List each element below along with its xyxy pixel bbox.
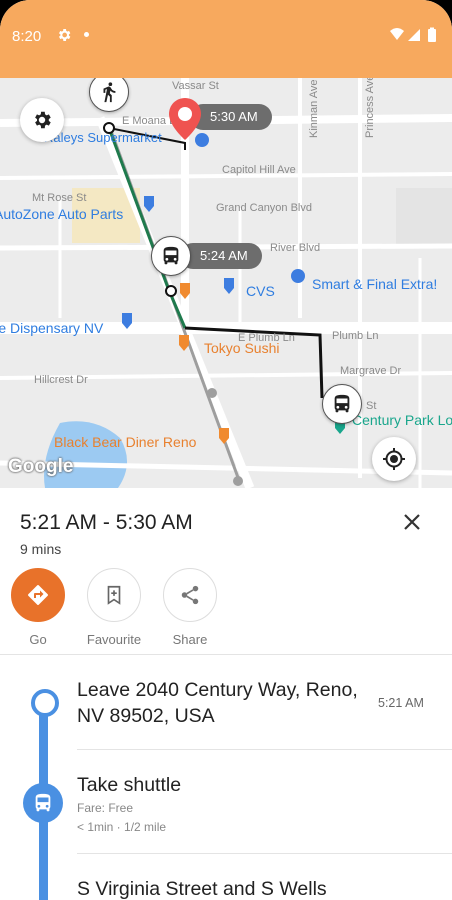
bus-icon (163, 246, 179, 265)
my-location-icon (383, 448, 405, 470)
step-detail: < 1min · 1/2 mile (77, 820, 167, 834)
trip-details-sheet: 5:21 AM - 5:30 AM 9 mins Go Favourite Sh… (0, 488, 452, 900)
go-button[interactable] (11, 568, 65, 622)
settings-icon (35, 111, 51, 129)
location-pin-icon[interactable] (166, 96, 204, 142)
share-button[interactable] (163, 568, 217, 622)
poi-label[interactable]: The Dispensary NV (0, 320, 103, 336)
timeline-shuttle-node (23, 783, 63, 823)
street-label: Vassar St (172, 80, 219, 92)
poi-label[interactable]: Smart & Final Extra! (312, 276, 437, 292)
bus-stop-marker[interactable] (322, 384, 362, 424)
poi-label[interactable]: Tokyo Sushi (204, 340, 279, 356)
settings-status-icon (59, 29, 71, 41)
street-label: Grand Canyon Blvd (216, 202, 312, 214)
signal-icon (408, 29, 420, 41)
bus-time-label: 5:24 AM (180, 243, 262, 269)
status-time: 8:20 (12, 28, 42, 45)
go-action[interactable]: Go (10, 568, 66, 647)
timeline-start-node (31, 689, 59, 717)
street-label: St (366, 400, 377, 412)
share-icon (181, 585, 199, 605)
close-button[interactable] (398, 508, 426, 536)
favourite-action[interactable]: Favourite (86, 568, 142, 647)
favourite-button[interactable] (87, 568, 141, 622)
step-title[interactable]: Take shuttle (77, 772, 181, 798)
street-label: Kinman Ave (308, 79, 320, 138)
section-divider (0, 654, 452, 655)
close-icon (404, 514, 420, 530)
status-icons (390, 27, 436, 42)
step-title[interactable]: Leave 2040 Century Way, Reno, NV 89502, … (77, 677, 367, 729)
step-fare: Fare: Free (77, 801, 134, 815)
step-divider (77, 749, 452, 750)
street-label: Mt Rose St (32, 192, 87, 204)
street-label: Plumb Ln (332, 330, 379, 342)
step-time: 5:21 AM (378, 696, 424, 710)
step-divider (77, 853, 452, 854)
street-label: Hillcrest Dr (34, 374, 88, 386)
share-label: Share (172, 632, 208, 647)
street-label: Margrave Dr (340, 365, 402, 377)
favourite-label: Favourite (86, 632, 142, 647)
google-attribution: Google (8, 456, 74, 477)
street-label: River Blvd (270, 242, 321, 254)
my-location-button[interactable] (372, 437, 416, 481)
notification-dot (84, 32, 89, 37)
share-action[interactable]: Share (162, 568, 218, 647)
app-screen: 8:20 Vassar St E Moana Ln Mt Rose St Cap… (0, 0, 452, 900)
trip-time-range: 5:21 AM - 5:30 AM (20, 511, 193, 534)
bus-icon (334, 394, 350, 413)
map-view[interactable]: Vassar St E Moana Ln Mt Rose St Capitol … (0, 78, 452, 488)
poi-label[interactable]: Raleys Supermarket (44, 130, 162, 145)
map-settings-button[interactable] (20, 98, 64, 142)
street-label: Princess Ave (364, 78, 376, 138)
go-label: Go (29, 632, 47, 647)
step-title[interactable]: S Virginia Street and S Wells (77, 876, 327, 900)
poi-label[interactable]: Century Park Lo (352, 412, 452, 428)
bookmark-add-icon (107, 585, 121, 605)
status-bar: 8:20 (0, 0, 452, 78)
directions-icon (28, 585, 48, 605)
poi-label[interactable]: Black Bear Diner Reno (54, 434, 196, 450)
bus-icon (35, 793, 51, 812)
street-label: Capitol Hill Ave (222, 164, 296, 176)
battery-icon (428, 29, 436, 42)
wifi-icon (390, 28, 404, 40)
trip-duration: 9 mins (20, 541, 62, 557)
walk-icon (103, 82, 116, 103)
poi-label[interactable]: AutoZone Auto Parts (0, 206, 123, 222)
bus-stop-marker[interactable] (151, 236, 191, 276)
poi-label[interactable]: CVS (246, 283, 275, 299)
